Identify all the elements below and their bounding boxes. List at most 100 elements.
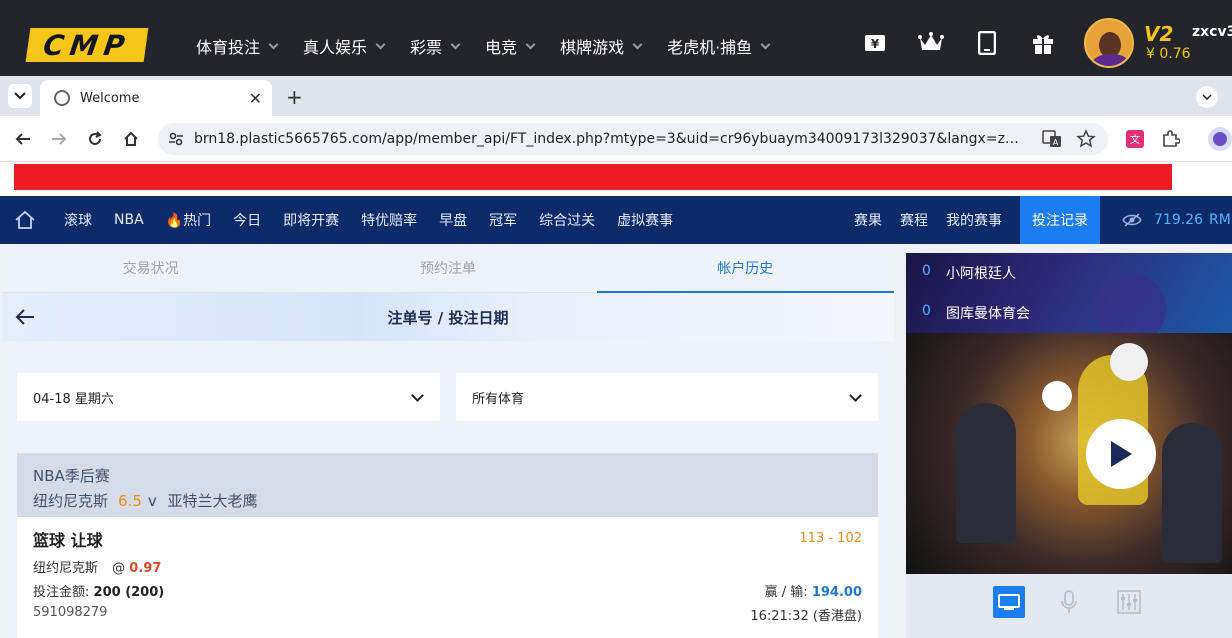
nav-card-games[interactable]: 棋牌游戏: [560, 34, 643, 58]
site-settings-icon: [169, 132, 183, 146]
tab-list-icon[interactable]: [1196, 86, 1218, 108]
profile-icon[interactable]: [1206, 127, 1232, 151]
date-select[interactable]: 04-18 星期六: [17, 373, 440, 421]
tab-title: Welcome: [80, 90, 140, 106]
forward-arrow-icon[interactable]: [48, 128, 70, 150]
crown-icon[interactable]: [918, 30, 944, 56]
side-panel: 0 小阿根廷人 0 图库曼体育会: [906, 253, 1232, 638]
winloss-row: 赢 / 输: 194.00: [765, 581, 862, 600]
nav-hot[interactable]: 🔥热门: [166, 210, 211, 230]
sliders-icon[interactable]: [1113, 586, 1145, 618]
live-count: 0: [922, 303, 931, 319]
winloss-value: 194.00: [811, 585, 862, 600]
username[interactable]: zxcv3: [1192, 24, 1232, 40]
match-teams: 纽约尼克斯 6.5 v 亚特兰大老鹰: [33, 490, 862, 511]
nav-upcoming[interactable]: 即将开赛: [283, 210, 339, 230]
nav-outright[interactable]: 冠军: [489, 210, 517, 230]
mic-icon[interactable]: [1053, 586, 1085, 618]
league-name: NBA季后赛: [33, 467, 110, 485]
svg-text:¥: ¥: [871, 37, 880, 51]
chevron-down-icon: [760, 39, 771, 49]
site-logo[interactable]: CMP: [25, 28, 149, 62]
panel-title-bar: 注单号 / 投注日期: [2, 293, 894, 341]
away-team: 亚特兰大老鹰: [167, 492, 258, 510]
close-tab-icon[interactable]: ✕: [249, 89, 262, 108]
bet-history-panel: 交易状况 预约注单 帐户历史 注单号 / 投注日期 04-18 星期六 所有体育…: [2, 244, 894, 638]
nav-virtual[interactable]: 虚拟赛事: [617, 210, 673, 230]
extension-pink-icon[interactable]: 文: [1124, 128, 1146, 150]
market-title: 篮球 让球: [33, 531, 103, 550]
stake-label: 投注金额:: [33, 585, 90, 600]
live-match-item[interactable]: 0 图库曼体育会: [922, 303, 1030, 323]
nav-sports[interactable]: 体育投注: [196, 34, 279, 58]
browser-tab[interactable]: Welcome ✕: [40, 80, 272, 116]
sport-select[interactable]: 所有体育: [456, 373, 878, 421]
tab-reserved-bets[interactable]: 预约注单: [299, 244, 597, 293]
address-toolbar: brn18.plastic5665765.com/app/member_api/…: [0, 116, 1232, 162]
live-match-item[interactable]: 0 小阿根廷人: [922, 263, 1016, 283]
avatar[interactable]: [1084, 18, 1134, 68]
tab-account-history[interactable]: 帐户历史: [596, 244, 894, 293]
nav-esports[interactable]: 电竞: [485, 34, 536, 58]
live-matches-banner: 0 小阿根廷人 0 图库曼体育会: [906, 253, 1232, 333]
chevron-down-icon: [411, 389, 424, 402]
bookmark-star-icon[interactable]: [1076, 129, 1096, 149]
eye-off-icon[interactable]: [1122, 213, 1142, 227]
nav-early[interactable]: 早盘: [439, 210, 467, 230]
nav-schedule[interactable]: 赛程: [900, 210, 928, 230]
home-icon[interactable]: [14, 210, 36, 230]
tab-search-button[interactable]: [8, 84, 32, 108]
chevron-down-icon: [450, 39, 461, 49]
nav-label: 棋牌游戏: [560, 38, 625, 57]
bet-card-body: 篮球 让球 113 - 102 纽约尼克斯 @ 0.97 投注金额: 200 (…: [17, 517, 878, 638]
nav-label: 真人娱乐: [303, 38, 368, 57]
back-arrow-icon[interactable]: [12, 128, 34, 150]
nav-slots[interactable]: 老虎机·捕鱼: [667, 34, 771, 58]
nav-parlay[interactable]: 综合过关: [539, 210, 595, 230]
nav-today[interactable]: 今日: [233, 210, 261, 230]
bet-card[interactable]: NBA季后赛 纽约尼克斯 6.5 v 亚特兰大老鹰 篮球 让球 113 - 102 …: [17, 453, 878, 638]
header-icons: ¥: [862, 30, 1086, 56]
flame-icon: 🔥: [165, 213, 184, 229]
play-icon: [1111, 441, 1132, 467]
browser-tab-strip: Welcome ✕ +: [0, 76, 1232, 116]
play-button[interactable]: [1086, 419, 1156, 489]
chevron-down-icon: [375, 39, 386, 49]
chevron-down-icon: [14, 92, 26, 100]
ticket-id: 591098279: [33, 605, 108, 620]
address-bar[interactable]: brn18.plastic5665765.com/app/member_api/…: [158, 123, 1108, 155]
reload-icon[interactable]: [84, 128, 106, 150]
extensions-puzzle-icon[interactable]: [1160, 128, 1182, 150]
nav-lottery[interactable]: 彩票: [410, 34, 461, 58]
nav-label: 体育投注: [196, 38, 261, 57]
new-tab-button[interactable]: +: [286, 85, 303, 109]
nav-live-casino[interactable]: 真人娱乐: [303, 34, 386, 58]
sports-nav-left: 滚球 NBA 🔥热门 今日 即将开赛 特优赔率 早盘 冠军 综合过关 虚拟赛事: [64, 196, 695, 244]
sport-select-value: 所有体育: [472, 391, 525, 407]
nav-my-events[interactable]: 我的赛事: [946, 210, 1002, 230]
svg-text:A: A: [1053, 138, 1059, 147]
bet-record-button[interactable]: 投注记录: [1020, 196, 1100, 244]
translate-icon[interactable]: A: [1042, 129, 1062, 149]
yen-icon[interactable]: ¥: [862, 30, 888, 56]
home-icon[interactable]: [120, 128, 142, 150]
video-player[interactable]: [906, 333, 1232, 574]
gift-icon[interactable]: [1030, 30, 1056, 56]
tv-icon[interactable]: [993, 586, 1025, 618]
currency-label: RM: [1209, 212, 1231, 228]
date-select-value: 04-18 星期六: [33, 391, 114, 407]
tab-transaction-status[interactable]: 交易状况: [2, 244, 300, 293]
versus-label: v: [147, 492, 157, 510]
chevron-down-icon: [849, 389, 862, 402]
tablet-icon[interactable]: [974, 30, 1000, 56]
nav-results[interactable]: 赛果: [854, 210, 882, 230]
nav-label: 彩票: [410, 38, 443, 57]
main-nav: 体育投注 真人娱乐 彩票 电竞 棋牌游戏 老虎机·捕鱼: [196, 30, 795, 62]
svg-text:文: 文: [1130, 133, 1140, 146]
nav-in-play[interactable]: 滚球: [64, 210, 92, 230]
nav-boosted-odds[interactable]: 特优赔率: [361, 210, 417, 230]
nav-nba[interactable]: NBA: [114, 212, 144, 228]
home-team: 纽约尼克斯: [33, 492, 109, 510]
nav-label: 热门: [183, 213, 212, 229]
back-arrow-icon[interactable]: [14, 307, 36, 327]
